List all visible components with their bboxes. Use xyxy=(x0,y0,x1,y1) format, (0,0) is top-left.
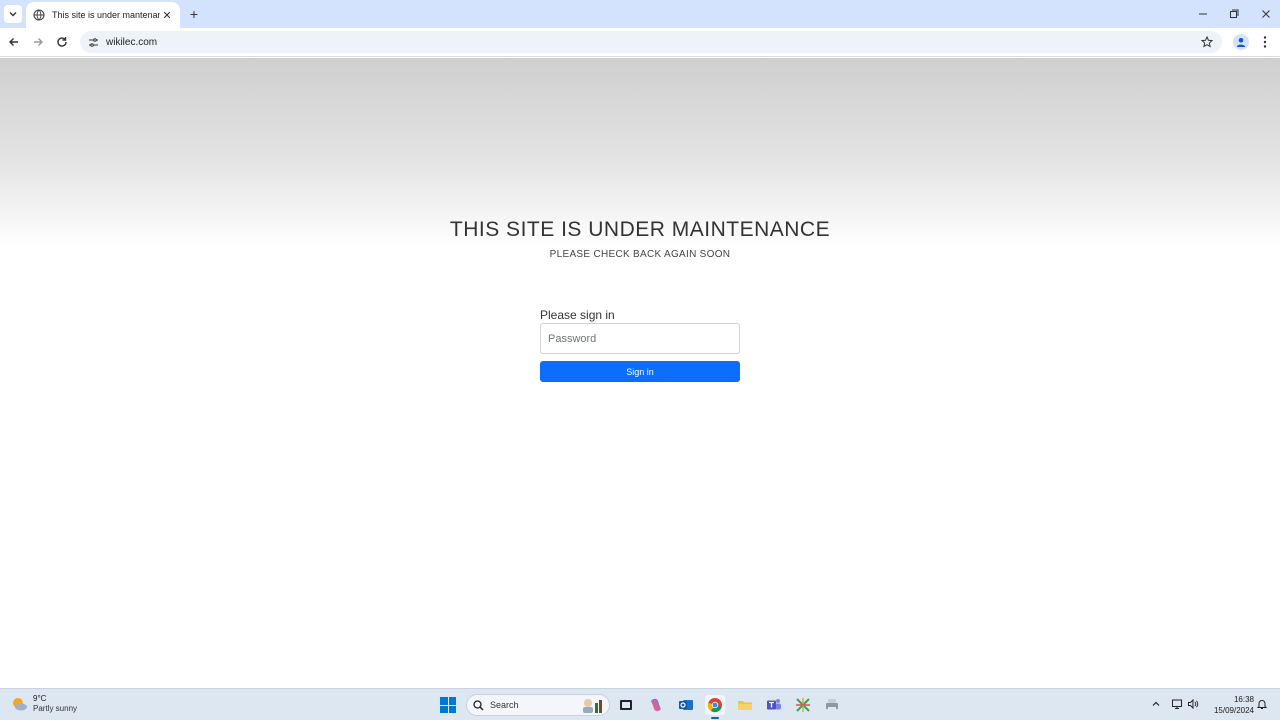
globe-icon xyxy=(32,8,46,22)
address-bar[interactable]: wikilec.com xyxy=(80,31,1222,53)
partly-sunny-icon xyxy=(13,698,27,711)
url-text: wikilec.com xyxy=(106,36,158,48)
close-window-icon[interactable] xyxy=(1256,4,1276,24)
profile-avatar-icon[interactable] xyxy=(1233,34,1249,50)
signin-label: Please sign in xyxy=(540,308,615,322)
site-info-icon[interactable] xyxy=(86,35,100,49)
printer-icon[interactable] xyxy=(822,695,842,715)
clock-time: 16:38 xyxy=(1233,695,1254,704)
windows-taskbar: 9°C Partly sunny Search 16:38 15/09/2024 xyxy=(0,688,1280,720)
tab-search-button[interactable] xyxy=(4,5,22,23)
sign-in-button[interactable]: Sign in xyxy=(540,361,740,382)
new-tab-icon[interactable]: + xyxy=(186,6,202,22)
web-page: THIS SITE IS UNDER MAINTENANCE PLEASE CH… xyxy=(0,58,1280,688)
minimize-icon[interactable] xyxy=(1193,4,1213,24)
reload-icon[interactable] xyxy=(53,33,71,51)
file-explorer-icon[interactable] xyxy=(735,695,755,715)
task-view-icon[interactable] xyxy=(616,695,636,715)
page-subheadline: PLEASE CHECK BACK AGAIN SOON xyxy=(549,249,731,260)
close-tab-icon[interactable]: ✕ xyxy=(160,8,174,22)
show-hidden-icons-icon[interactable] xyxy=(1149,697,1163,711)
notification-bell-icon[interactable] xyxy=(1255,697,1269,711)
chevron-down-icon xyxy=(9,12,17,17)
weather-temperature: 9°C xyxy=(33,694,47,703)
signin-form: Please sign in Sign in xyxy=(540,308,740,382)
outlook-icon[interactable] xyxy=(676,695,696,715)
teams-icon[interactable] xyxy=(764,695,784,715)
search-icon xyxy=(473,699,484,710)
menu-dots-icon[interactable] xyxy=(1258,33,1272,51)
search-highlight-icon xyxy=(583,699,602,713)
tab-title: This site is under mantenance xyxy=(52,10,160,20)
taskbar-search-label: Search xyxy=(490,700,519,710)
weather-widget[interactable]: 9°C Partly sunny xyxy=(10,694,77,714)
back-icon[interactable] xyxy=(5,33,23,51)
clock-date: 15/09/2024 xyxy=(1213,706,1254,715)
page-headline: THIS SITE IS UNDER MAINTENANCE xyxy=(449,218,831,241)
browser-tab-strip: This site is under mantenance ✕ + xyxy=(0,0,1280,28)
restore-icon[interactable] xyxy=(1224,4,1244,24)
browser-tab[interactable]: This site is under mantenance ✕ xyxy=(26,2,180,28)
copilot-icon[interactable] xyxy=(646,695,666,715)
browser-toolbar: wikilec.com xyxy=(0,28,1280,57)
chrome-icon[interactable] xyxy=(705,695,725,719)
forward-icon[interactable] xyxy=(29,33,47,51)
taskbar-search[interactable]: Search xyxy=(466,694,610,716)
weather-condition: Partly sunny xyxy=(33,704,78,713)
windows-start-icon[interactable] xyxy=(440,697,456,713)
system-clock[interactable]: 16:38 15/09/2024 xyxy=(1202,694,1254,716)
drawing-app-icon[interactable] xyxy=(793,695,813,715)
password-input[interactable] xyxy=(540,323,740,354)
volume-icon[interactable] xyxy=(1186,697,1200,711)
network-icon[interactable] xyxy=(1170,697,1184,711)
bookmark-star-icon[interactable] xyxy=(1200,35,1214,49)
